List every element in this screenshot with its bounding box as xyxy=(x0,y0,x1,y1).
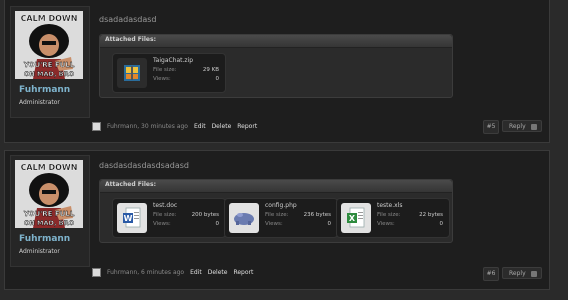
views-value: 0 xyxy=(215,221,220,227)
post-meta[interactable]: Fuhrmann, 30 minutes ago xyxy=(107,123,188,130)
attached-files-panel: Attached Files: TaigaChat.zip File size:… xyxy=(99,34,453,98)
views-label: Views: xyxy=(377,221,395,227)
user-info-card: CALM DOWN YOU'RE FULL ON MAD, BRO Fuhrma… xyxy=(10,155,90,267)
attached-files-header: Attached Files: xyxy=(100,180,452,193)
avatar-caption-bottom: ON MAD, BRO xyxy=(24,219,75,227)
reply-label: Reply xyxy=(509,270,526,277)
file-size-value: 29 KB xyxy=(202,67,219,73)
attachment-name[interactable]: test.doc xyxy=(153,202,177,209)
post-number[interactable]: #5 xyxy=(483,120,499,134)
php-file-icon xyxy=(229,203,259,233)
quote-icon xyxy=(531,271,537,277)
user-title: Administrator xyxy=(19,248,60,255)
message-footer: Fuhrmann, 30 minutes ago Edit Delete Rep… xyxy=(92,122,257,131)
attached-files-panel: Attached Files: W test.doc File size: 200… xyxy=(99,179,453,243)
excel-spreadsheet-icon: X xyxy=(341,203,371,233)
report-link[interactable]: Report xyxy=(237,123,257,130)
edit-link[interactable]: Edit xyxy=(194,123,206,130)
select-checkbox[interactable] xyxy=(92,122,101,131)
message-text: dsadadasdasd xyxy=(99,15,157,24)
views-value: 0 xyxy=(327,221,332,227)
delete-link[interactable]: Delete xyxy=(212,123,232,130)
user-title: Administrator xyxy=(19,99,60,106)
attached-files-header: Attached Files: xyxy=(100,35,452,48)
attachment-item[interactable]: config.php File size: 236 bytes Views: 0 xyxy=(224,198,338,238)
report-link[interactable]: Report xyxy=(233,269,253,276)
attachment-name[interactable]: teste.xls xyxy=(377,202,402,209)
avatar-caption-top: CALM DOWN xyxy=(21,14,78,23)
avatar-caption-bottom: ON MAD, BRO xyxy=(24,70,75,78)
views-value: 0 xyxy=(215,76,220,82)
file-size-value: 236 bytes xyxy=(303,212,331,218)
svg-text:X: X xyxy=(349,214,356,223)
message-text: dasdasdasdasdsadasd xyxy=(99,161,189,170)
username-link[interactable]: Fuhrmann xyxy=(19,234,70,244)
avatar[interactable]: CALM DOWN YOU'RE FULL ON MAD, BRO xyxy=(15,160,83,228)
attachment-item[interactable]: W test.doc File size: 200 bytes Views: 0 xyxy=(112,198,226,238)
select-checkbox[interactable] xyxy=(92,268,101,277)
word-document-icon: W xyxy=(117,203,147,233)
views-value: 0 xyxy=(439,221,444,227)
reply-button[interactable]: Reply xyxy=(502,267,542,279)
file-size-value: 200 bytes xyxy=(191,212,219,218)
avatar-caption-middle: YOU'RE FULL xyxy=(23,210,75,218)
quote-icon xyxy=(531,124,537,130)
file-size-label: File size: xyxy=(265,212,289,218)
post-meta[interactable]: Fuhrmann, 6 minutes ago xyxy=(107,269,184,276)
reply-label: Reply xyxy=(509,123,526,130)
views-label: Views: xyxy=(265,221,283,227)
views-label: Views: xyxy=(153,76,171,82)
avatar-caption-middle: YOU'RE FULL xyxy=(23,61,75,69)
zip-archive-icon xyxy=(117,58,147,88)
message-footer: Fuhrmann, 6 minutes ago Edit Delete Repo… xyxy=(92,268,253,277)
attachment-name[interactable]: config.php xyxy=(265,202,297,209)
file-size-label: File size: xyxy=(153,212,177,218)
attachment-item[interactable]: TaigaChat.zip File size: 29 KB Views: 0 xyxy=(112,53,226,93)
username-link[interactable]: Fuhrmann xyxy=(19,85,70,95)
file-size-label: File size: xyxy=(153,67,177,73)
views-label: Views: xyxy=(153,221,171,227)
delete-link[interactable]: Delete xyxy=(208,269,228,276)
file-size-value: 22 bytes xyxy=(419,212,443,218)
reply-button[interactable]: Reply xyxy=(502,120,542,132)
attachment-item[interactable]: X teste.xls File size: 22 bytes Views: 0 xyxy=(336,198,450,238)
attachment-name[interactable]: TaigaChat.zip xyxy=(153,57,193,64)
file-size-label: File size: xyxy=(377,212,401,218)
avatar[interactable]: CALM DOWN YOU'RE FULL ON MAD, BRO xyxy=(15,11,83,79)
svg-text:W: W xyxy=(124,214,133,223)
message-post: CALM DOWN YOU'RE FULL ON MAD, BRO Fuhrma… xyxy=(4,150,550,290)
post-number[interactable]: #6 xyxy=(483,267,499,281)
edit-link[interactable]: Edit xyxy=(190,269,202,276)
avatar-caption-top: CALM DOWN xyxy=(21,163,78,172)
user-info-card: CALM DOWN YOU'RE FULL ON MAD, BRO Fuhrma… xyxy=(10,6,90,118)
message-post: CALM DOWN YOU'RE FULL ON MAD, BRO Fuhrma… xyxy=(4,0,550,143)
